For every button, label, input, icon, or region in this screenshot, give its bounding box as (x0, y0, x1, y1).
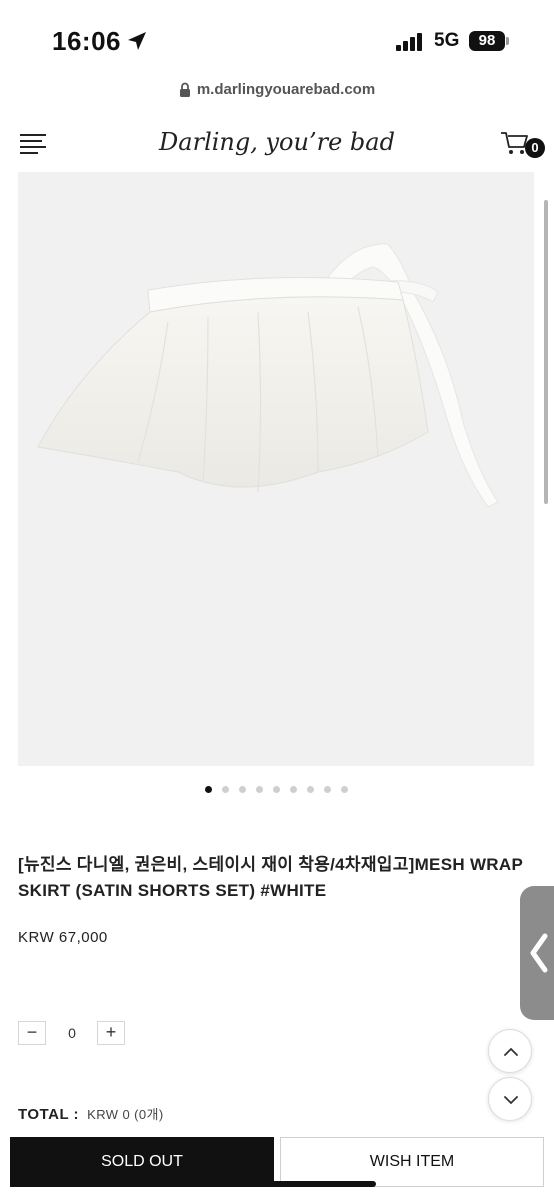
mesh-skirt-illustration (37, 243, 499, 508)
home-indicator[interactable] (178, 1181, 376, 1187)
scroll-top-button[interactable] (488, 1029, 532, 1073)
scroll-bottom-button[interactable] (488, 1077, 532, 1121)
site-logo[interactable]: Darling, you’re bad (0, 128, 554, 156)
status-time: 16:06 (52, 26, 121, 56)
network-type: 5G (434, 30, 460, 51)
product-price: KRW 67,000 (18, 929, 108, 946)
gallery-dot[interactable] (239, 786, 246, 793)
cart-count-badge: 0 (525, 138, 545, 158)
lock-icon (179, 82, 190, 97)
chevron-left-icon (530, 933, 548, 973)
gallery-dot[interactable] (307, 786, 314, 793)
wish-item-button[interactable]: WISH ITEM (280, 1137, 544, 1187)
page-scroll-indicator (544, 200, 548, 504)
status-bar: 16:06 5G 98 (0, 0, 554, 78)
chevron-down-icon (504, 1096, 518, 1105)
side-drawer-tab[interactable] (520, 886, 554, 1020)
signal-strength-icon (396, 33, 426, 51)
address-bar[interactable]: m.darlingyouarebad.com (0, 78, 554, 114)
gallery-dot[interactable] (205, 786, 212, 793)
battery-indicator: 98 (469, 31, 505, 51)
url-text[interactable]: m.darlingyouarebad.com (197, 81, 375, 98)
gallery-dot[interactable] (273, 786, 280, 793)
location-arrow-icon (128, 32, 146, 50)
quantity-decrease-button[interactable]: − (18, 1021, 46, 1045)
gallery-dot[interactable] (341, 786, 348, 793)
product-image[interactable] (18, 172, 534, 766)
gallery-dot[interactable] (324, 786, 331, 793)
quantity-increase-button[interactable]: + (97, 1021, 125, 1045)
product-title: [뉴진스 다니엘, 권은비, 스테이시 재이 착용/4차재입고]MESH WRA… (18, 855, 523, 900)
site-header: Darling, you’re bad 0 (0, 114, 554, 172)
sold-out-button[interactable]: SOLD OUT (10, 1137, 274, 1187)
gallery-dot[interactable] (290, 786, 297, 793)
gallery-dot[interactable] (222, 786, 229, 793)
battery-tip (506, 37, 509, 45)
quantity-value[interactable]: 0 (60, 1025, 84, 1041)
bottom-action-bar: SOLD OUT WISH ITEM (0, 1134, 554, 1200)
gallery-dot[interactable] (256, 786, 263, 793)
gallery-pagination (0, 786, 554, 798)
chevron-up-icon (504, 1047, 518, 1056)
